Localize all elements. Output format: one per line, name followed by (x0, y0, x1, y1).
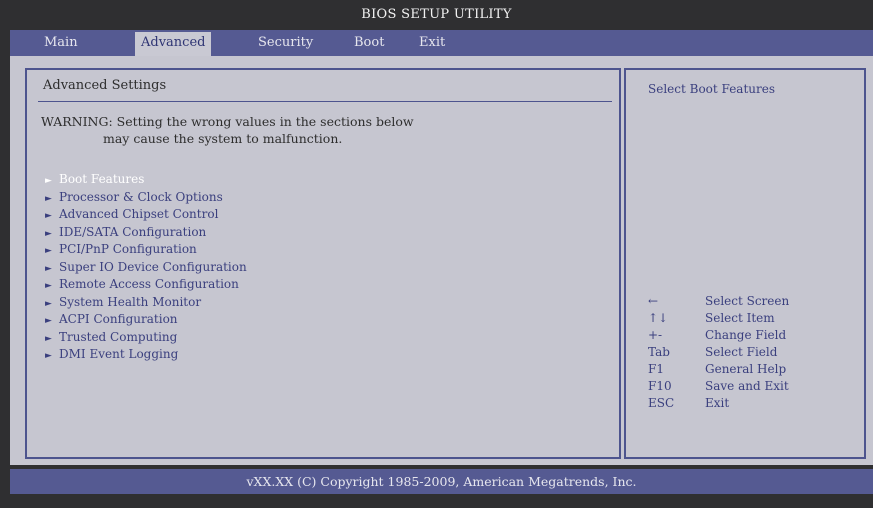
key-name: +- (648, 328, 663, 342)
key-legend-row: ← Select Screen (648, 293, 789, 310)
menu-item-label: Boot Features (59, 172, 145, 186)
menu-item-boot-features[interactable]: ► Boot Features (45, 171, 247, 189)
settings-menu-list: ► Boot Features ► Processor & Clock Option… (45, 171, 247, 364)
heading-divider (38, 101, 612, 102)
submenu-arrow-icon: ► (45, 246, 52, 256)
tab-security[interactable]: Security (252, 30, 319, 56)
tab-main[interactable]: Main (38, 30, 84, 56)
menu-item-ide-sata-configuration[interactable]: ► IDE/SATA Configuration (45, 224, 247, 242)
menu-item-pci-pnp-configuration[interactable]: ► PCI/PnP Configuration (45, 241, 247, 259)
key-legend-row: Tab Select Field (648, 344, 789, 361)
menu-item-dmi-event-logging[interactable]: ► DMI Event Logging (45, 346, 247, 364)
submenu-arrow-icon: ► (45, 281, 52, 291)
copyright-footer: vXX.XX (C) Copyright 1985-2009, American… (10, 469, 873, 494)
key-legend: ← Select Screen ↑↓ Select Item +- Change Fi… (648, 293, 789, 412)
key-action: Select Screen (705, 294, 790, 308)
key-name: F1 (648, 362, 664, 376)
menu-item-label: IDE/SATA Configuration (59, 224, 207, 239)
key-action: Save and Exit (705, 379, 789, 393)
menu-item-label: System Health Monitor (59, 294, 202, 309)
bios-screen: BIOS SETUP UTILITY Main Advanced Securit… (0, 0, 873, 508)
tab-advanced[interactable]: Advanced (135, 32, 212, 56)
menu-item-trusted-computing[interactable]: ► Trusted Computing (45, 329, 247, 347)
key-legend-row: ESC Exit (648, 395, 789, 412)
menu-item-advanced-chipset-control[interactable]: ► Advanced Chipset Control (45, 206, 247, 224)
key-action: Exit (705, 396, 730, 410)
menu-item-label: Processor & Clock Options (59, 189, 223, 204)
warning-text-line1: WARNING: Setting the wrong values in the… (41, 114, 414, 129)
submenu-arrow-icon: ► (45, 211, 52, 221)
page-title: Advanced Settings (43, 78, 167, 93)
key-name: ↑↓ (648, 311, 669, 325)
tab-exit[interactable]: Exit (413, 30, 451, 56)
submenu-arrow-icon: ► (45, 176, 52, 186)
menu-item-label: DMI Event Logging (59, 347, 179, 361)
key-name: Tab (648, 345, 670, 359)
menu-item-system-health-monitor[interactable]: ► System Health Monitor (45, 294, 247, 312)
key-legend-row: +- Change Field (648, 327, 789, 344)
help-text: Select Boot Features (648, 82, 775, 96)
menu-item-label: Super IO Device Configuration (59, 259, 247, 274)
key-name: ESC (648, 396, 675, 410)
menu-item-super-io-device-configuration[interactable]: ► Super IO Device Configuration (45, 259, 247, 277)
warning-text-line2: may cause the system to malfunction. (103, 131, 343, 146)
key-action: General Help (705, 362, 787, 376)
tab-boot[interactable]: Boot (348, 30, 390, 56)
key-legend-row: ↑↓ Select Item (648, 310, 789, 327)
menu-item-label: ACPI Configuration (59, 312, 178, 326)
menu-item-processor-clock-options[interactable]: ► Processor & Clock Options (45, 189, 247, 207)
submenu-arrow-icon: ► (45, 351, 52, 361)
menu-item-label: Advanced Chipset Control (59, 207, 219, 221)
menu-item-label: PCI/PnP Configuration (59, 242, 197, 256)
key-name: ← (648, 294, 659, 308)
key-action: Change Field (705, 328, 787, 342)
menu-item-label: Remote Access Configuration (59, 277, 239, 291)
key-name: F10 (648, 379, 672, 393)
menu-bar: Main Advanced Security Boot Exit (10, 30, 873, 56)
key-legend-row: F10 Save and Exit (648, 378, 789, 395)
menu-item-remote-access-configuration[interactable]: ► Remote Access Configuration (45, 276, 247, 294)
menu-item-label: Trusted Computing (59, 329, 178, 344)
key-action: Select Field (705, 345, 778, 359)
key-legend-row: F1 General Help (648, 361, 789, 378)
window-title: BIOS SETUP UTILITY (361, 7, 512, 22)
submenu-arrow-icon: ► (45, 316, 52, 326)
key-action: Select Item (705, 311, 775, 325)
menu-item-acpi-configuration[interactable]: ► ACPI Configuration (45, 311, 247, 329)
